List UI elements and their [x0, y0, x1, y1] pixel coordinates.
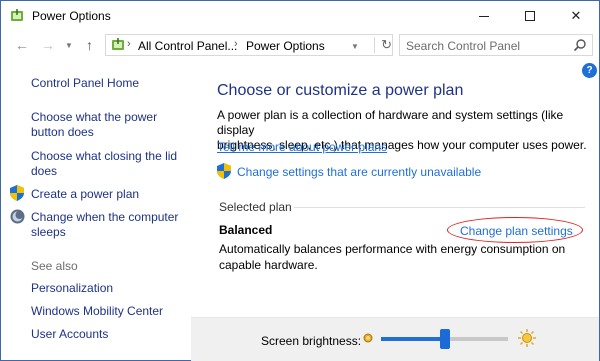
chevron-right-icon[interactable]: › — [127, 38, 131, 50]
selected-plan-heading: Selected plan — [219, 200, 292, 214]
help-icon[interactable]: ? — [582, 63, 597, 78]
brightness-slider-fill — [381, 337, 445, 341]
sleep-moon-icon — [10, 209, 25, 224]
see-also-mobility-center[interactable]: Windows Mobility Center — [31, 304, 163, 319]
brightness-slider[interactable] — [381, 329, 508, 349]
sidebar-item-sleep-line1[interactable]: Change when the computer — [31, 210, 178, 225]
breadcrumb-power-options[interactable]: Power Options — [246, 39, 325, 53]
chevron-right-icon[interactable]: › — [234, 38, 238, 50]
title-bar: Power Options ✕ — [1, 1, 599, 31]
plan-description-line-2: capable hardware. — [219, 258, 318, 272]
search-box[interactable] — [399, 34, 593, 56]
search-icon[interactable] — [573, 38, 587, 52]
screen-brightness-label: Screen brightness: — [261, 334, 362, 348]
search-input[interactable] — [406, 38, 566, 53]
address-bar[interactable]: › All Control Panel... › Power Options ▼… — [105, 34, 393, 56]
back-button[interactable]: ← — [15, 37, 29, 53]
see-also-user-accounts[interactable]: User Accounts — [31, 327, 108, 342]
sidebar-item-sleep-line2[interactable]: sleeps — [31, 225, 66, 240]
address-dropdown-icon[interactable]: ▼ — [351, 42, 359, 51]
brightness-bar: Screen brightness: — [191, 317, 599, 361]
plan-description: Automatically balances performance with … — [219, 241, 579, 273]
see-also-personalization[interactable]: Personalization — [31, 281, 113, 296]
forward-button[interactable]: → — [41, 37, 55, 53]
refresh-icon[interactable]: ↻ — [374, 37, 392, 53]
page-title: Choose or customize a power plan — [217, 82, 464, 99]
minimize-button[interactable] — [461, 1, 507, 31]
brightness-slider-thumb[interactable] — [440, 329, 450, 349]
recent-locations-button[interactable]: ▼ — [65, 41, 73, 50]
tell-me-more-link[interactable]: Tell me more about power plans — [217, 140, 387, 154]
plan-name: Balanced — [219, 223, 273, 237]
up-button[interactable]: ↑ — [86, 37, 93, 53]
chevron-down-icon: ▼ — [65, 41, 73, 50]
sidebar: Control Panel Home Choose what the power… — [1, 61, 201, 361]
control-panel-home-link[interactable]: Control Panel Home — [31, 76, 139, 91]
sidebar-item-closing-lid-line1[interactable]: Choose what closing the lid — [31, 149, 177, 164]
divider — [294, 207, 585, 208]
shield-icon — [217, 163, 231, 179]
arrow-up-icon: ↑ — [86, 37, 93, 53]
plan-description-line-1: Automatically balances performance with … — [219, 242, 566, 256]
minimize-icon — [479, 15, 489, 17]
control-panel-icon — [112, 38, 124, 50]
sidebar-item-closing-lid-line2[interactable]: does — [31, 164, 57, 179]
power-options-window: Power Options ✕ ← → ▼ ↑ › All Control Pa… — [0, 0, 600, 361]
maximize-icon — [525, 11, 535, 21]
breadcrumb-all-control-panel[interactable]: All Control Panel... — [138, 39, 237, 53]
maximize-button[interactable] — [507, 1, 553, 31]
close-button[interactable]: ✕ — [553, 1, 599, 31]
change-plan-settings-link[interactable]: Change plan settings — [460, 224, 573, 238]
power-options-icon — [11, 9, 23, 21]
sidebar-item-create-plan[interactable]: Create a power plan — [31, 187, 139, 202]
shield-icon — [10, 185, 24, 201]
sidebar-item-power-button-line1[interactable]: Choose what the power — [31, 110, 157, 125]
arrow-right-icon: → — [41, 37, 55, 53]
dim-sun-icon — [363, 333, 373, 343]
see-also-heading: See also — [31, 259, 78, 273]
arrow-left-icon: ← — [15, 37, 29, 53]
bright-sun-icon — [518, 329, 536, 347]
sidebar-item-power-button-line2[interactable]: button does — [31, 125, 94, 140]
window-title: Power Options — [32, 9, 111, 23]
close-icon: ✕ — [570, 8, 582, 23]
description-line-1: A power plan is a collection of hardware… — [217, 108, 564, 137]
navigation-bar: ← → ▼ ↑ › All Control Panel... › Power O… — [1, 32, 599, 60]
change-unavailable-settings-link[interactable]: Change settings that are currently unava… — [237, 165, 481, 179]
